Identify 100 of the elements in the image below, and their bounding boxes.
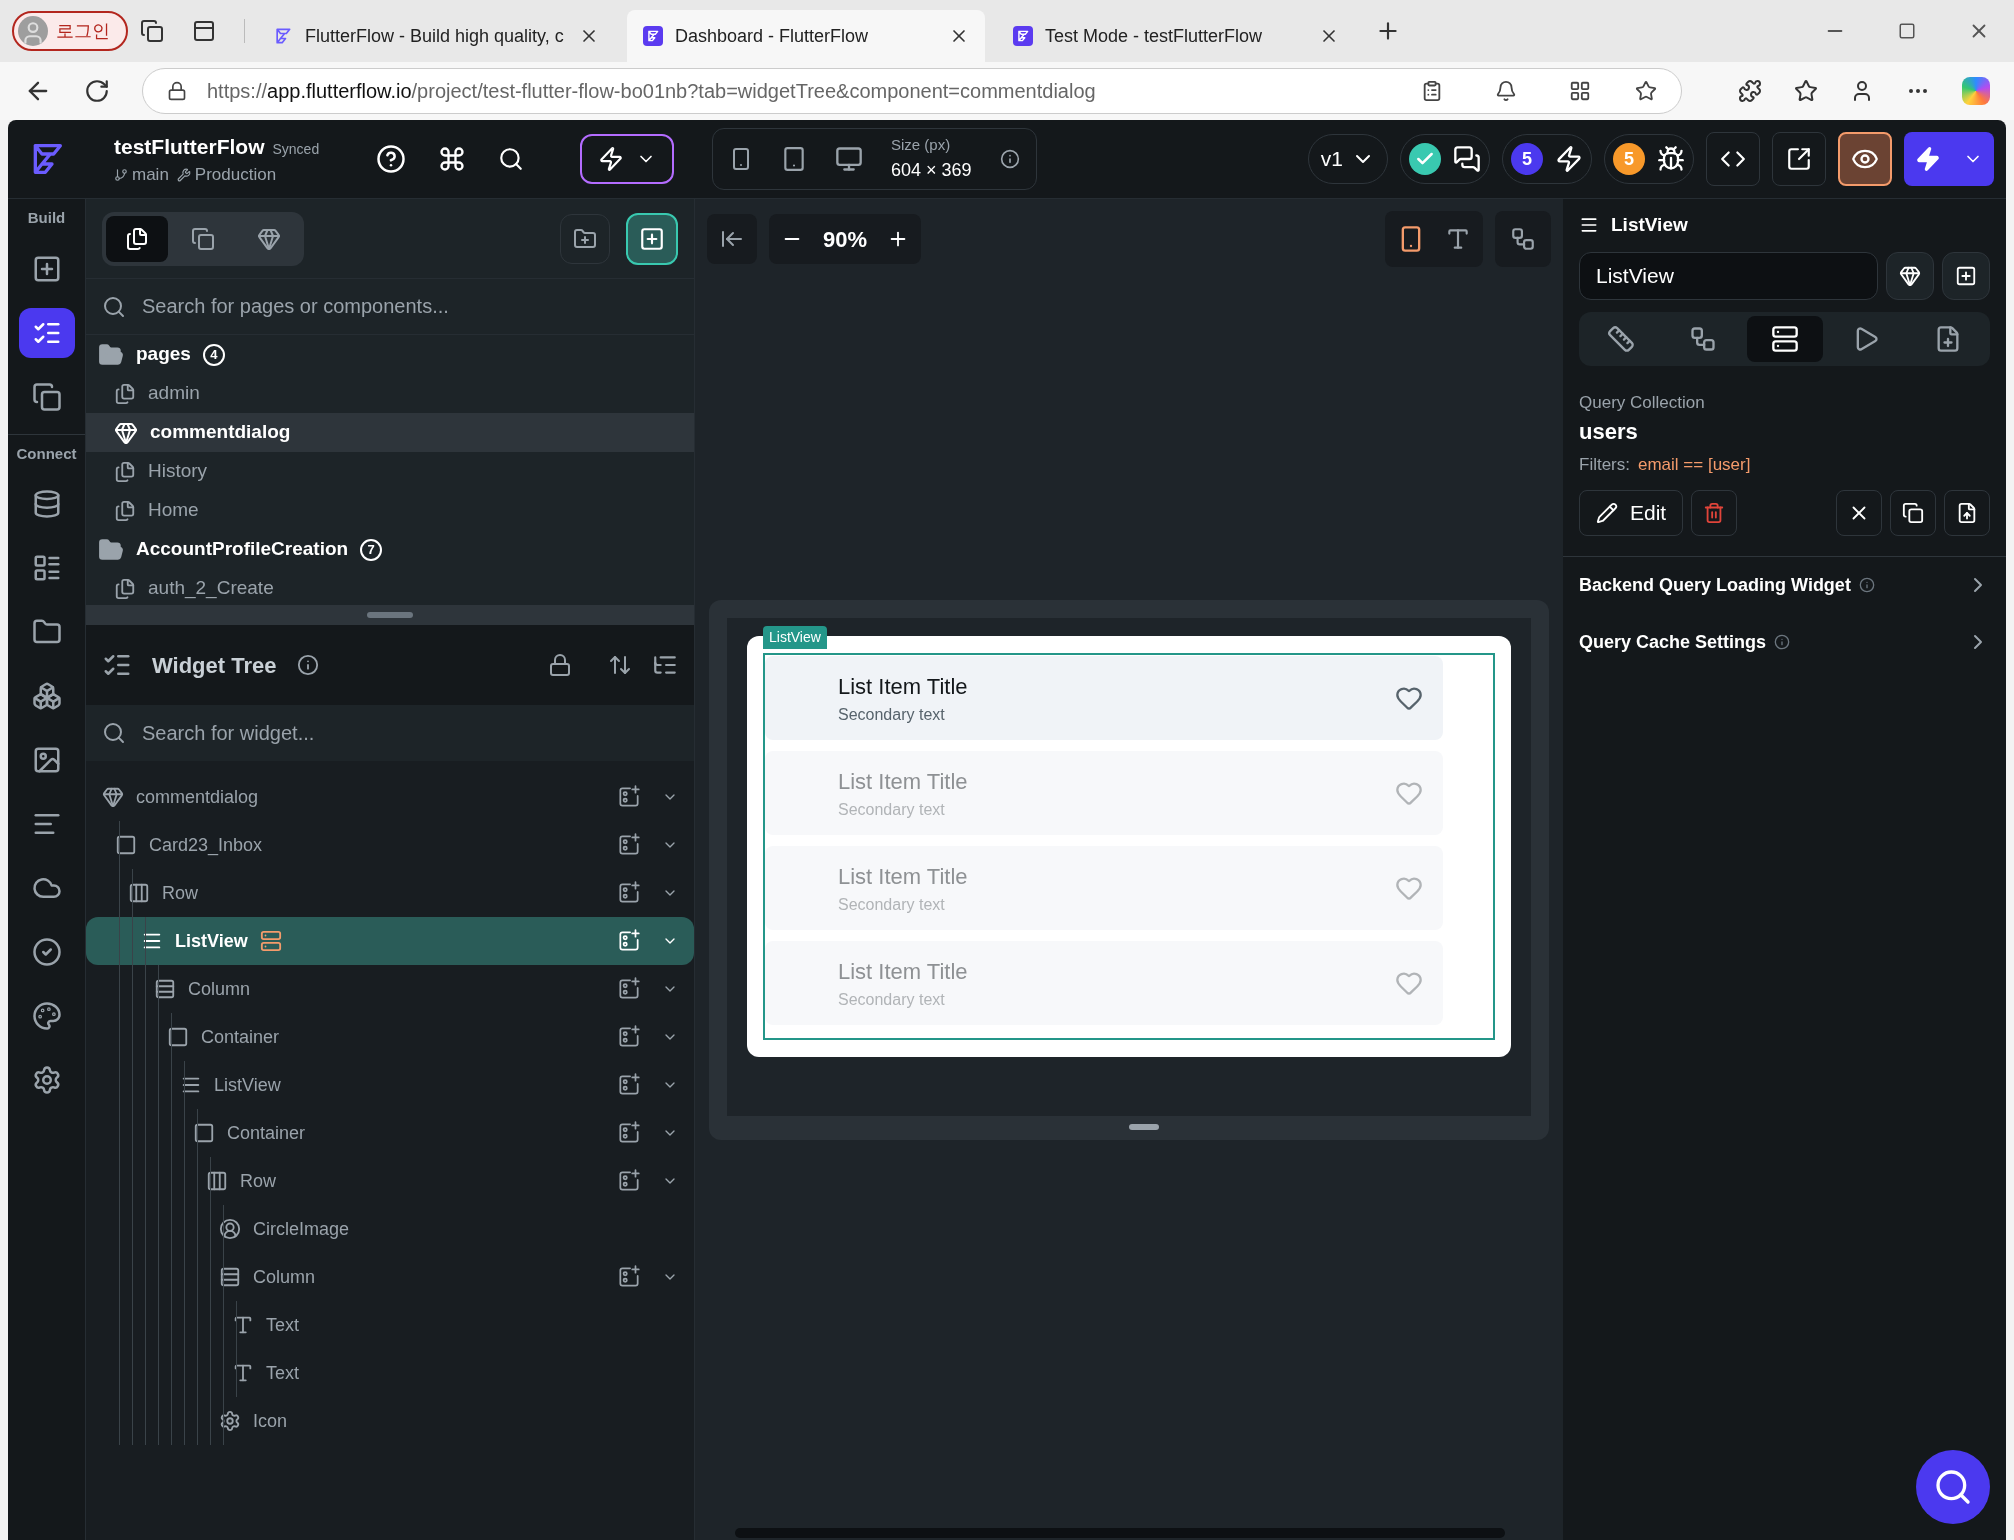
page-item[interactable]: auth_2_Create xyxy=(86,569,694,605)
add-page-icon xyxy=(639,225,665,252)
code-button[interactable] xyxy=(1706,132,1760,186)
branch-name[interactable]: main xyxy=(132,162,169,188)
tree-node[interactable]: commentdialog xyxy=(86,773,694,821)
rail-button[interactable] xyxy=(18,307,75,358)
browser-tab[interactable]: Test Mode - testFlutterFlow xyxy=(997,10,1355,62)
list-item[interactable]: List Item Title Secondary text xyxy=(765,656,1443,740)
sidebar-icon[interactable] xyxy=(192,19,216,43)
info-icon[interactable] xyxy=(999,149,1020,169)
browser-tab[interactable]: FlutterFlow - Build high quality, c xyxy=(257,10,615,62)
tree-node[interactable]: Text xyxy=(86,1301,694,1349)
open-button[interactable] xyxy=(1772,132,1826,186)
extensions-icon[interactable] xyxy=(1738,79,1762,103)
search-input[interactable]: Search for widget... xyxy=(142,713,678,753)
heart-icon[interactable] xyxy=(1395,684,1423,712)
run-button[interactable] xyxy=(1904,132,1994,186)
check-icon[interactable] xyxy=(1409,143,1441,175)
maximize-icon[interactable] xyxy=(1898,22,1916,40)
favorite-icon[interactable] xyxy=(1635,80,1657,102)
copilot-icon[interactable] xyxy=(1962,77,1990,105)
trash-icon xyxy=(1703,501,1726,524)
tree-node[interactable]: Container xyxy=(86,1013,694,1061)
chat-icon[interactable] xyxy=(1453,145,1481,173)
folder-name[interactable]: pages xyxy=(136,340,191,369)
tree-node[interactable]: Row xyxy=(86,869,694,917)
favorites-icon[interactable] xyxy=(1794,79,1818,103)
add-widget-icon[interactable] xyxy=(616,1264,642,1290)
page-item[interactable]: commentdialog xyxy=(86,413,694,452)
gem-icon xyxy=(257,226,281,251)
resize-handle[interactable] xyxy=(367,612,413,618)
search-icon[interactable] xyxy=(498,146,524,172)
layout-settings-button[interactable] xyxy=(1495,211,1551,267)
view-tab[interactable] xyxy=(106,215,168,262)
add-widget-icon[interactable] xyxy=(616,976,642,1002)
reload-icon[interactable] xyxy=(84,78,110,104)
expand-icon[interactable] xyxy=(608,653,632,677)
folder-icon xyxy=(98,536,124,563)
search-field[interactable]: Search for widget... xyxy=(86,705,694,761)
address-field[interactable]: https://app.flutterflow.io/project/test-flutter-flow-bo01nb?tab=widgetTree&component=commentdialog xyxy=(142,68,1682,114)
edit-button[interactable]: Edit xyxy=(1579,489,1684,536)
component-button[interactable] xyxy=(1886,251,1934,300)
browser-tab[interactable]: Dashboard - FlutterFlow xyxy=(627,10,985,62)
tree-node[interactable]: CircleImage xyxy=(86,1205,694,1253)
collapse-button[interactable] xyxy=(707,214,757,264)
tree-node[interactable]: ListView xyxy=(86,917,694,965)
tree-node[interactable]: Text xyxy=(86,1349,694,1397)
new-page-button[interactable] xyxy=(626,212,678,265)
new-folder-button[interactable] xyxy=(560,213,610,264)
add-widget-button[interactable] xyxy=(1942,251,1990,300)
preview-button[interactable] xyxy=(1838,132,1892,186)
tree-node[interactable]: Container xyxy=(86,1109,694,1157)
bell-icon[interactable] xyxy=(1495,80,1517,102)
tools-dropdown-button[interactable] xyxy=(580,134,674,184)
folder-name[interactable]: AccountProfileCreation xyxy=(136,535,349,564)
desktop-icon[interactable] xyxy=(835,145,863,173)
search-field[interactable]: Search for pages or components... xyxy=(142,286,678,327)
workspaces-icon[interactable] xyxy=(140,19,164,43)
tree-node[interactable]: Icon xyxy=(86,1397,694,1445)
add-widget-icon xyxy=(1955,264,1977,287)
section-row[interactable]: Backend Query Loading Widget xyxy=(1579,556,1990,614)
add-widget-icon[interactable] xyxy=(616,880,642,906)
clear-button[interactable] xyxy=(1836,489,1882,536)
tree-node[interactable]: Card23_Inbox xyxy=(86,821,694,869)
environment-name[interactable]: Production xyxy=(194,162,277,188)
tree-node[interactable]: ListView xyxy=(86,1061,694,1109)
clipboard-icon[interactable] xyxy=(1421,80,1443,102)
copy-icon xyxy=(1902,501,1924,524)
export-button[interactable] xyxy=(1944,489,1990,536)
copy-button[interactable] xyxy=(1890,489,1936,536)
tree-node[interactable]: Column xyxy=(86,965,694,1013)
add-widget-icon[interactable] xyxy=(616,928,642,954)
property-tab[interactable] xyxy=(1746,315,1823,362)
lock-icon[interactable] xyxy=(548,653,572,677)
add-widget-icon[interactable] xyxy=(616,784,642,810)
info-icon[interactable] xyxy=(1858,577,1875,593)
info-icon[interactable] xyxy=(296,654,319,676)
tablet-icon[interactable] xyxy=(781,146,807,172)
page-item[interactable]: Home xyxy=(86,491,694,530)
text-size-icon[interactable] xyxy=(1445,226,1471,252)
add-widget-icon[interactable] xyxy=(616,1024,642,1050)
section-row[interactable]: Query Cache Settings xyxy=(1579,613,1990,671)
frame-handle[interactable] xyxy=(1129,1124,1159,1130)
name-field[interactable]: ListView xyxy=(1579,251,1878,300)
tree-node[interactable]: Row xyxy=(86,1157,694,1205)
tree-node[interactable]: Column xyxy=(86,1253,694,1301)
add-widget-icon[interactable] xyxy=(616,1120,642,1146)
delete-button[interactable] xyxy=(1691,489,1738,536)
page-item[interactable]: admin xyxy=(86,374,694,413)
issues-count: 5 xyxy=(1511,143,1543,175)
add-widget-icon[interactable] xyxy=(616,1168,642,1194)
add-widget-icon[interactable] xyxy=(616,832,642,858)
page-item[interactable]: History xyxy=(86,452,694,491)
info-icon[interactable] xyxy=(1774,634,1791,650)
issues-group[interactable]: 5 xyxy=(1502,134,1592,184)
add-widget-icon[interactable] xyxy=(616,1072,642,1098)
grid-icon[interactable] xyxy=(1569,80,1591,102)
profile-button[interactable]: 로그인 xyxy=(12,11,128,51)
command-icon[interactable] xyxy=(438,145,466,173)
help-icon[interactable] xyxy=(376,144,406,174)
